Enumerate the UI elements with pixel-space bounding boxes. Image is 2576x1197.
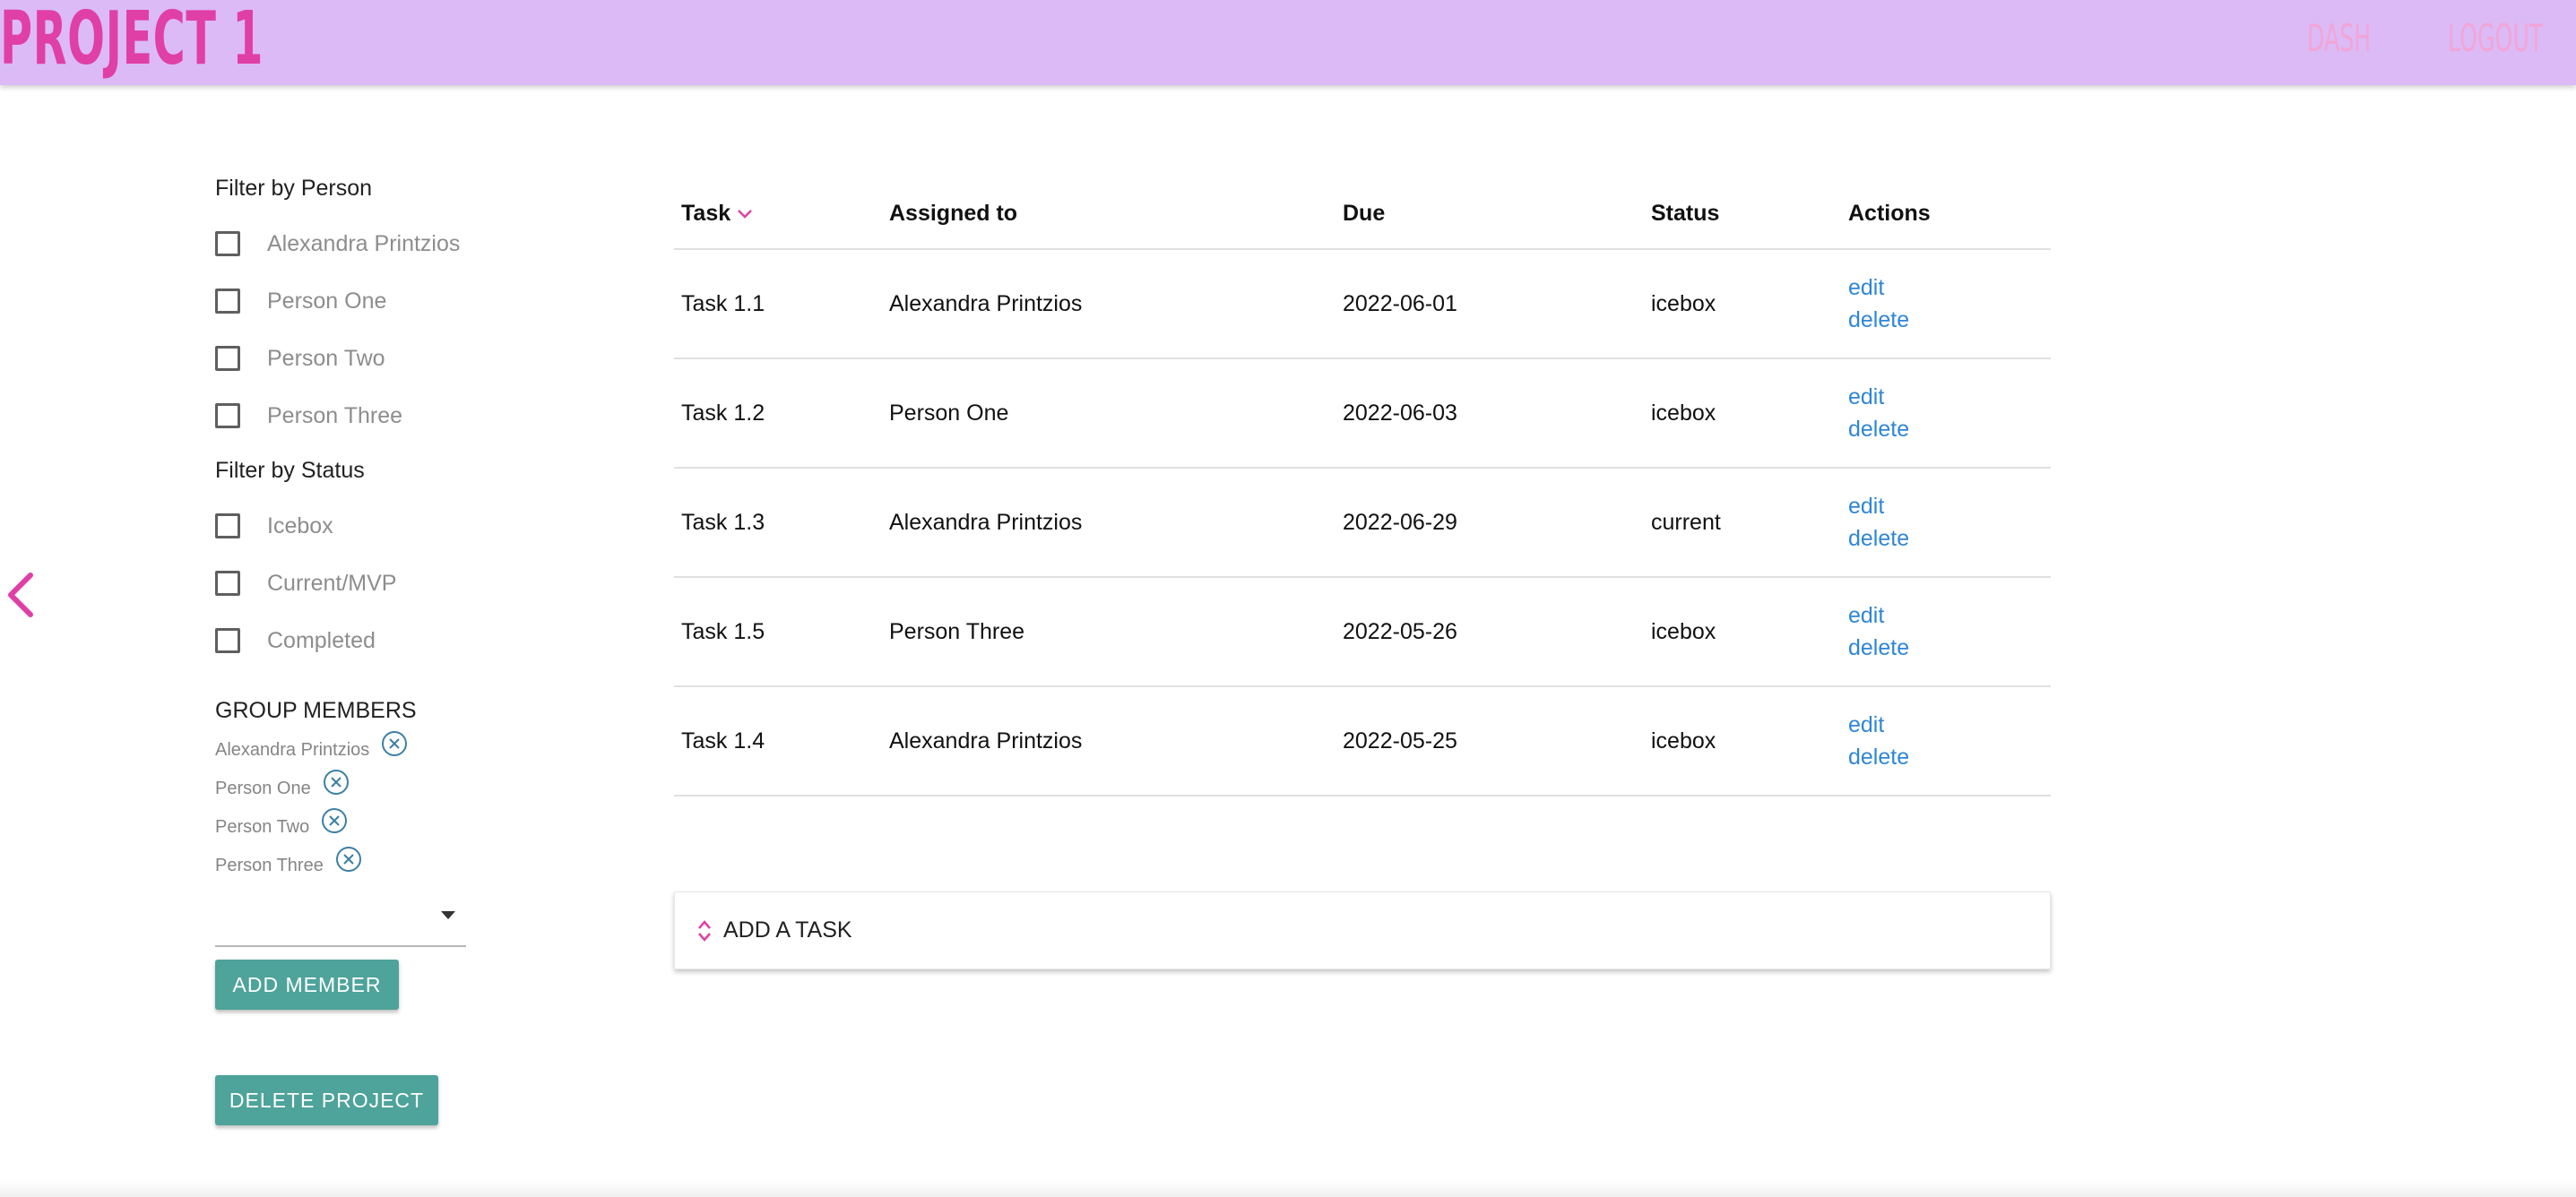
column-header-assigned[interactable]: Assigned to: [882, 179, 1336, 250]
unfold-icon: [698, 919, 711, 942]
checkbox[interactable]: [215, 346, 240, 371]
edit-link[interactable]: edit: [1848, 490, 2051, 522]
status-filter-option[interactable]: Icebox: [215, 508, 333, 544]
task-status: icebox: [1644, 577, 1841, 687]
task-name: Task 1.5: [674, 577, 882, 687]
task-actions: edit delete: [1841, 358, 2051, 469]
edit-link[interactable]: edit: [1848, 381, 2051, 413]
person-filter-option[interactable]: Person Three: [215, 398, 402, 434]
group-member: Person Two: [215, 807, 349, 838]
task-assignee: Person One: [882, 358, 1336, 469]
task-assignee: Alexandra Printzios: [882, 249, 1336, 359]
table-row: Task 1.3 Alexandra Printzios 2022-06-29 …: [674, 468, 2051, 578]
checkbox[interactable]: [215, 513, 240, 538]
task-actions: edit delete: [1841, 468, 2051, 578]
task-due: 2022-05-26: [1336, 577, 1644, 687]
table-header-row: Task Assigned to Due Status Actions: [674, 179, 2051, 250]
checkbox[interactable]: [215, 288, 240, 314]
group-members-title: GROUP MEMBERS: [215, 698, 417, 723]
column-header-due[interactable]: Due: [1336, 179, 1644, 250]
status-filter-option[interactable]: Completed: [215, 623, 376, 659]
task-actions: edit delete: [1841, 249, 2051, 359]
task-due: 2022-06-01: [1336, 249, 1644, 359]
member-select[interactable]: [215, 891, 466, 947]
checkbox-label: Person One: [267, 288, 387, 314]
task-status: icebox: [1644, 358, 1841, 469]
checkbox-label: Current/MVP: [267, 570, 397, 596]
task-name: Task 1.2: [674, 358, 882, 469]
task-actions: edit delete: [1841, 577, 2051, 687]
table-row: Task 1.2 Person One 2022-06-03 icebox ed…: [674, 358, 2051, 469]
edit-link[interactable]: edit: [1848, 271, 2051, 304]
checkbox[interactable]: [215, 571, 240, 596]
delete-link[interactable]: delete: [1848, 741, 2051, 773]
chevron-left-icon[interactable]: [5, 572, 36, 618]
add-member-button[interactable]: ADD MEMBER: [215, 960, 399, 1010]
circle-x-icon[interactable]: [334, 845, 363, 874]
table-row: Task 1.4 Alexandra Printzios 2022-05-25 …: [674, 686, 2051, 797]
task-actions: edit delete: [1841, 686, 2051, 797]
group-member: Alexandra Printzios: [215, 730, 409, 761]
delete-link[interactable]: delete: [1848, 413, 2051, 445]
delete-link[interactable]: delete: [1848, 632, 2051, 664]
checkbox-label: Person Three: [267, 402, 403, 428]
project-title: PROJECT 1: [0, 0, 264, 82]
top-navbar: PROJECT 1 DASH LOGOUT: [0, 0, 2576, 85]
chevron-down-icon[interactable]: [736, 208, 754, 220]
page-bottom-shadow: [0, 1179, 2576, 1197]
checkbox[interactable]: [215, 628, 240, 653]
nav-dash-link[interactable]: DASH: [2307, 16, 2371, 61]
circle-x-icon[interactable]: [322, 768, 350, 797]
group-member: Person One: [215, 769, 350, 799]
edit-link[interactable]: edit: [1848, 599, 2051, 632]
circle-x-icon[interactable]: [380, 729, 409, 758]
task-due: 2022-05-25: [1336, 686, 1644, 797]
status-filter-option[interactable]: Current/MVP: [215, 565, 396, 601]
task-due: 2022-06-03: [1336, 358, 1644, 469]
checkbox-label: Icebox: [267, 512, 333, 538]
filter-by-status-title: Filter by Status: [215, 458, 365, 483]
checkbox-label: Person Two: [267, 345, 385, 371]
checkbox-label: Alexandra Printzios: [267, 230, 461, 256]
circle-x-icon[interactable]: [320, 806, 349, 835]
group-member: Person Three: [215, 846, 363, 876]
task-name: Task 1.4: [674, 686, 882, 797]
caret-down-icon[interactable]: [441, 911, 455, 919]
nav-logout-link[interactable]: LOGOUT: [2448, 16, 2543, 61]
delete-project-button[interactable]: DELETE PROJECT: [215, 1075, 438, 1125]
column-header-status[interactable]: Status: [1644, 179, 1841, 250]
column-header-task[interactable]: Task: [674, 179, 882, 250]
task-name: Task 1.1: [674, 249, 882, 359]
task-status: current: [1644, 468, 1841, 578]
task-status: icebox: [1644, 686, 1841, 797]
edit-link[interactable]: edit: [1848, 709, 2051, 741]
person-filter-option[interactable]: Person One: [215, 283, 386, 319]
member-name: Person One: [215, 779, 311, 798]
task-assignee: Person Three: [882, 577, 1336, 687]
person-filter-option[interactable]: Person Two: [215, 340, 385, 376]
checkbox[interactable]: [215, 403, 240, 428]
checkbox-label: Completed: [267, 627, 376, 653]
add-task-expander[interactable]: ADD A TASK: [674, 891, 2051, 969]
table-row: Task 1.5 Person Three 2022-05-26 icebox …: [674, 577, 2051, 687]
task-status: icebox: [1644, 249, 1841, 359]
task-due: 2022-06-29: [1336, 468, 1644, 578]
column-header-label: Task: [681, 201, 731, 226]
add-task-label: ADD A TASK: [723, 917, 852, 943]
filter-by-person-title: Filter by Person: [215, 176, 373, 201]
checkbox[interactable]: [215, 231, 240, 256]
task-assignee: Alexandra Printzios: [882, 468, 1336, 578]
column-header-actions: Actions: [1841, 179, 2051, 250]
delete-link[interactable]: delete: [1848, 522, 2051, 555]
member-name: Alexandra Printzios: [215, 740, 370, 760]
task-assignee: Alexandra Printzios: [882, 686, 1336, 797]
member-name: Person Two: [215, 817, 310, 837]
table-row: Task 1.1 Alexandra Printzios 2022-06-01 …: [674, 249, 2051, 359]
task-table: Task Assigned to Due Status Actions Task…: [674, 179, 2051, 797]
member-name: Person Three: [215, 856, 324, 875]
task-name: Task 1.3: [674, 468, 882, 578]
delete-link[interactable]: delete: [1848, 304, 2051, 336]
person-filter-option[interactable]: Alexandra Printzios: [215, 226, 460, 262]
